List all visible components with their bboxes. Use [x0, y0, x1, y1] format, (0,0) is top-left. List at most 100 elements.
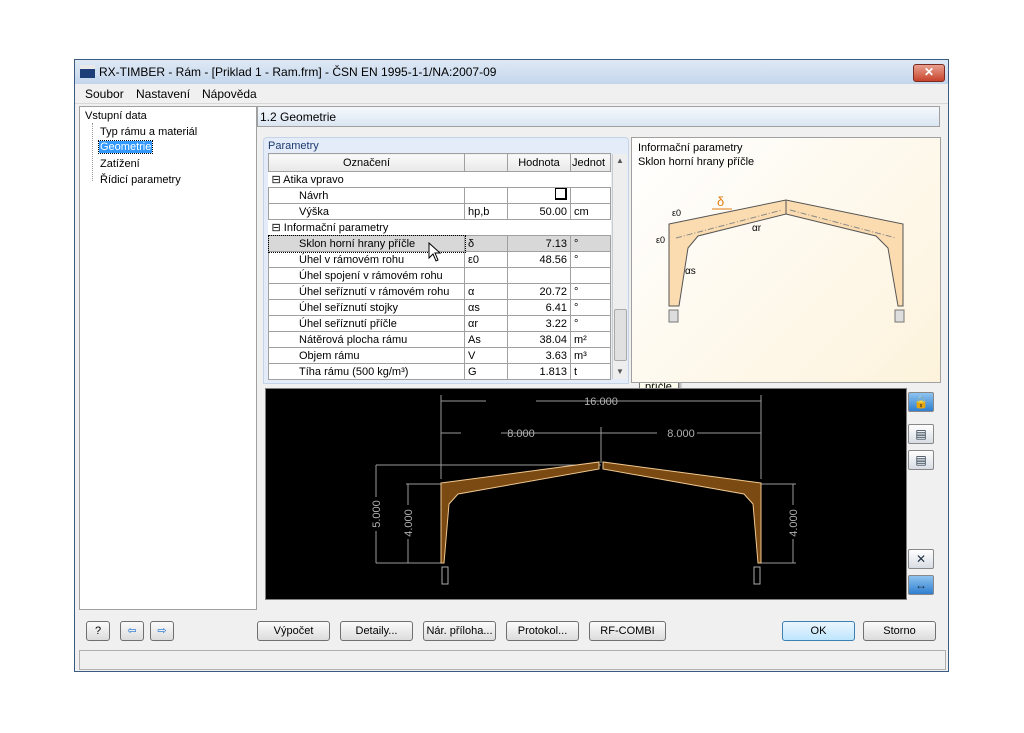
left-support	[442, 567, 448, 584]
row-name: Nátěrová plocha rámu	[269, 332, 465, 348]
tree-item-geometrie[interactable]: Geometrie	[99, 141, 152, 153]
left-frame-half[interactable]	[441, 462, 599, 563]
frame-drawing: 16.000 8.000 8.000 5.000 4.000 4.000	[266, 389, 906, 599]
table-row[interactable]: Úhel seříznutí stojkyαs6.41°	[269, 300, 611, 316]
menu-napoveda[interactable]: Nápověda	[202, 87, 257, 101]
national-annex-button[interactable]: Nár. příloha...	[423, 621, 496, 641]
row-symbol: ε0	[465, 252, 508, 268]
protocol-button[interactable]: Protokol...	[506, 621, 579, 641]
info-panel: Informační parametry Sklon horní hrany p…	[631, 137, 941, 383]
eps0-label-left: ε0	[656, 235, 665, 245]
row-symbol: V	[465, 348, 508, 364]
scroll-down-icon[interactable]: ▼	[616, 367, 624, 376]
previous-button[interactable]: ⇦	[120, 621, 144, 641]
row-name: Úhel seříznutí stojky	[269, 300, 465, 316]
row-value: 7.13	[508, 236, 571, 252]
frame-drawing-canvas[interactable]: 16.000 8.000 8.000 5.000 4.000 4.000	[265, 388, 907, 600]
group-label: Informační parametry	[284, 222, 389, 234]
tree-item-ridici-parametry[interactable]: Řídicí parametry	[100, 174, 181, 186]
table-row[interactable]: Nátěrová plocha rámuAs38.04m²	[269, 332, 611, 348]
window-title: RX-TIMBER - Rám - [Priklad 1 - Ram.frm] …	[99, 65, 496, 79]
row-unit: m²	[571, 332, 611, 348]
row-symbol: δ	[465, 236, 508, 252]
group-informacni-parametry[interactable]: ⊟ Informační parametry	[269, 220, 611, 236]
title-bar[interactable]: RX-TIMBER - Rám - [Priklad 1 - Ram.frm] …	[75, 60, 948, 84]
mouse-cursor-icon	[428, 242, 444, 264]
app-icon	[80, 65, 95, 78]
table-row[interactable]: Úhel seříznutí příčleαr3.22°	[269, 316, 611, 332]
navrh-checkbox-cell[interactable]	[508, 188, 571, 204]
dim-total-span: 16.000	[584, 396, 618, 408]
table-row[interactable]: Výškahp,b50.00cm	[269, 204, 611, 220]
lock-button[interactable]: 🔒	[908, 392, 934, 412]
row-name: Výška	[269, 204, 465, 220]
table-row[interactable]: Tíha rámu (500 kg/m³)G1.813t	[269, 364, 611, 380]
tree-item-typ-ramu[interactable]: Typ rámu a materiál	[100, 126, 197, 138]
scroll-up-icon[interactable]: ▲	[616, 156, 624, 165]
row-symbol: αs	[465, 300, 508, 316]
row-name: Objem rámu	[269, 348, 465, 364]
dimension-toggle-button[interactable]: ↔	[908, 575, 934, 595]
navrh-checkbox[interactable]	[555, 188, 567, 200]
row-name: Úhel seříznutí v rámovém rohu	[269, 284, 465, 300]
dim-apex-height: 5.000	[371, 500, 383, 528]
table-row[interactable]: Úhel seříznutí v rámovém rohuα20.72°	[269, 284, 611, 300]
row-unit: °	[571, 236, 611, 252]
row-name: Návrh	[269, 188, 465, 204]
scroll-thumb[interactable]	[614, 309, 627, 361]
table-row[interactable]: Úhel spojení v rámovém rohu	[269, 268, 611, 284]
dimension-icon: ↔	[915, 578, 927, 592]
col-jednotka[interactable]: Jednot	[571, 154, 611, 172]
col-symbol[interactable]	[465, 154, 508, 172]
lock-icon: 🔒	[914, 395, 929, 409]
col-oznaceni[interactable]: Označení	[269, 154, 465, 172]
menu-bar: Soubor Nastavení Nápověda	[75, 84, 948, 104]
alpha-s-label: αs	[685, 266, 696, 277]
right-support	[754, 567, 760, 584]
row-unit: t	[571, 364, 611, 380]
parameters-panel: Parametry Označení Hodnota Jednot ⊟ Atik…	[263, 137, 629, 384]
row-symbol	[465, 188, 508, 204]
tree-root[interactable]: Vstupní data	[85, 110, 147, 122]
arrow-right-icon: ⇨	[157, 625, 166, 637]
menu-soubor[interactable]: Soubor	[85, 87, 124, 101]
table-row[interactable]: Objem rámuV3.63m³	[269, 348, 611, 364]
details-button[interactable]: Detaily...	[340, 621, 413, 641]
calculate-button[interactable]: Výpočet	[257, 621, 330, 641]
row-symbol: G	[465, 364, 508, 380]
row-symbol: As	[465, 332, 508, 348]
export-view-button[interactable]: ▤	[908, 450, 934, 470]
delta-label: δ	[717, 194, 724, 209]
vyska-input[interactable]: 50.00	[508, 204, 571, 220]
next-button[interactable]: ⇨	[150, 621, 174, 641]
table-scrollbar[interactable]: ▲ ▼	[612, 154, 627, 379]
row-value: 3.22	[508, 316, 571, 332]
dim-left-height: 4.000	[403, 509, 415, 537]
zoom-reset-icon: ✕	[916, 552, 926, 566]
tree-item-zatizeni[interactable]: Zatížení	[100, 158, 140, 170]
row-value	[508, 268, 571, 284]
reset-zoom-button[interactable]: ✕	[908, 549, 934, 569]
table-row[interactable]: Návrh	[269, 188, 611, 204]
group-atika-vpravo[interactable]: ⊟ Atika vpravo	[269, 172, 611, 188]
menu-nastaveni[interactable]: Nastavení	[136, 87, 190, 101]
row-unit	[571, 268, 611, 284]
arrow-left-icon: ⇦	[127, 625, 136, 637]
row-unit	[571, 188, 611, 204]
copy-view-button[interactable]: ▤	[908, 424, 934, 444]
row-symbol: α	[465, 284, 508, 300]
dim-right-height: 4.000	[788, 509, 800, 537]
close-button[interactable]: ✕	[913, 64, 945, 82]
help-button[interactable]: ?	[86, 621, 110, 641]
row-value: 20.72	[508, 284, 571, 300]
row-unit: m³	[571, 348, 611, 364]
row-unit: cm	[571, 204, 611, 220]
right-frame-half[interactable]	[603, 462, 761, 563]
cancel-button[interactable]: Storno	[863, 621, 936, 641]
row-value: 48.56	[508, 252, 571, 268]
col-hodnota[interactable]: Hodnota	[508, 154, 571, 172]
rf-combi-button[interactable]: RF-COMBI	[589, 621, 666, 641]
ok-button[interactable]: OK	[782, 621, 855, 641]
clipboard-export-icon: ▤	[915, 453, 926, 467]
main-window: RX-TIMBER - Rám - [Priklad 1 - Ram.frm] …	[74, 59, 949, 672]
